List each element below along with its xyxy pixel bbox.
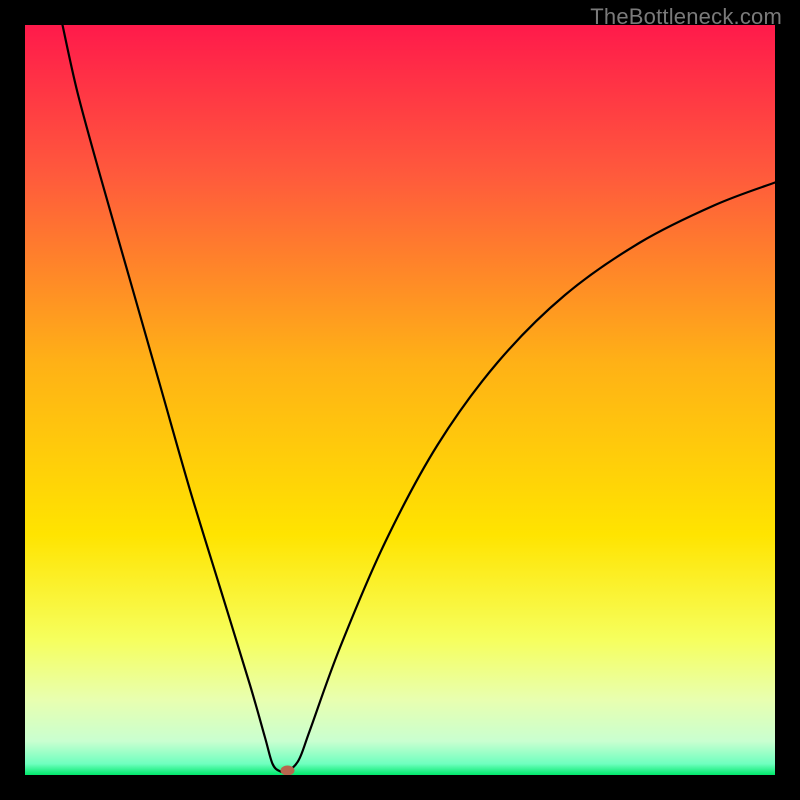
chart-frame: TheBottleneck.com bbox=[0, 0, 800, 800]
plot-area bbox=[25, 25, 775, 775]
curve-layer bbox=[25, 25, 775, 775]
bottleneck-curve bbox=[63, 25, 776, 772]
